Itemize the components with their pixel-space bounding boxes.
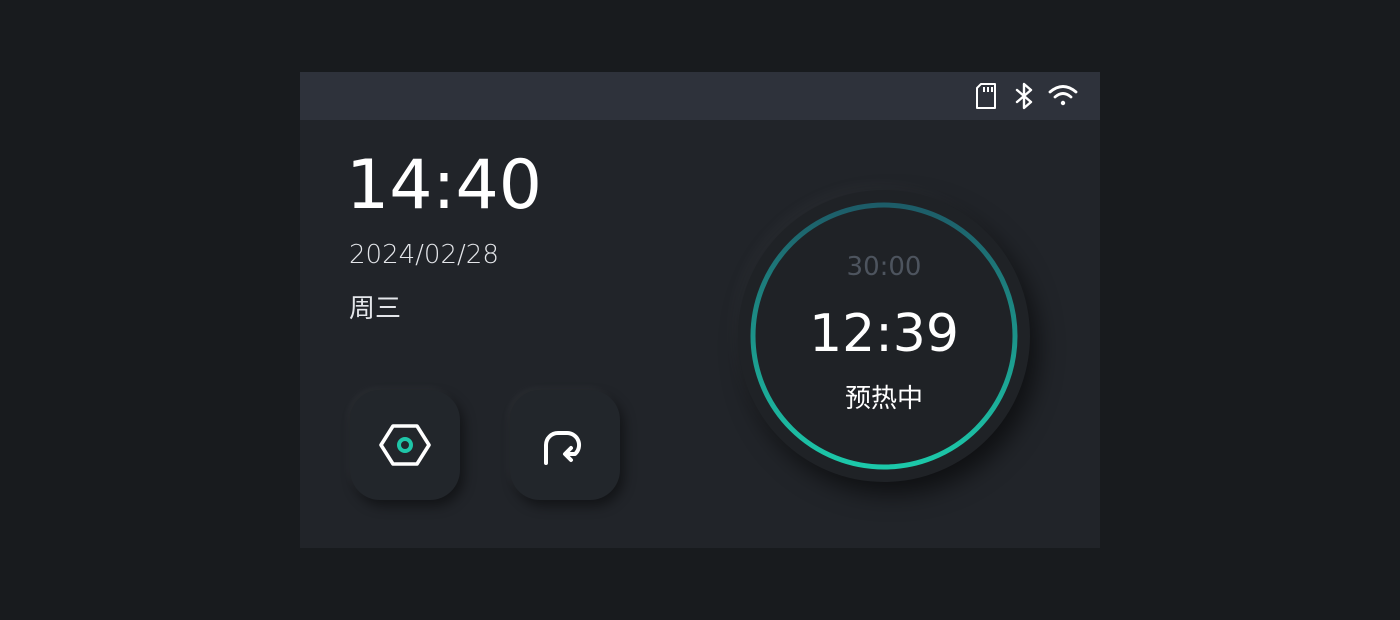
sd-card-icon — [971, 80, 1003, 112]
settings-button[interactable] — [350, 390, 460, 500]
status-bar — [300, 72, 1100, 120]
clock-time: 14:40 — [346, 146, 542, 225]
timer-remaining: 12:39 — [809, 304, 959, 364]
timer-status: 预热中 — [844, 384, 923, 414]
settings-hexagon-icon — [375, 415, 435, 475]
device-screen: 14:40 2024/02/28 周三 30:00 12:39 预热中 — [300, 72, 1100, 548]
wifi-icon — [1047, 80, 1079, 112]
return-button[interactable] — [510, 390, 620, 500]
clock-weekday: 周三 — [349, 294, 402, 324]
rotate-return-icon — [535, 415, 595, 475]
clock-date: 2024/02/28 — [349, 240, 499, 270]
timer-total: 30:00 — [846, 252, 922, 282]
bluetooth-icon — [1008, 80, 1040, 112]
